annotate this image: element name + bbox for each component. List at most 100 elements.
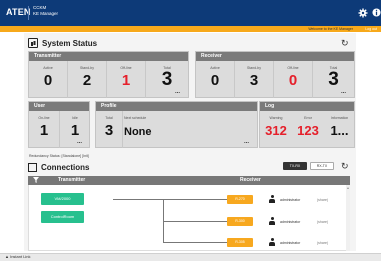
connections-scrollbar[interactable] bbox=[346, 185, 350, 251]
log-info-value: 1... bbox=[330, 123, 349, 138]
user-card: User On-line 1 Idle 1 ... bbox=[28, 101, 90, 148]
system-status-title: System Status bbox=[42, 38, 98, 48]
receiver-share: (share) bbox=[317, 198, 329, 202]
connection-line bbox=[163, 221, 227, 222]
transmitter-node[interactable]: ControlRoom bbox=[41, 211, 84, 223]
tx-more-link[interactable]: ... bbox=[175, 89, 180, 95]
log-error-value: 123 bbox=[297, 123, 319, 138]
logo-divider bbox=[28, 6, 29, 20]
user-online-value: 1 bbox=[39, 122, 49, 139]
tx-standby-cell: Stand-by 2 bbox=[68, 61, 106, 89]
rx-tx-view-button[interactable]: RX-TX bbox=[310, 162, 334, 170]
tx-active-value: 0 bbox=[43, 72, 53, 89]
rx-total-value: 3 bbox=[328, 69, 339, 90]
aten-logo: ATEN bbox=[6, 7, 31, 17]
receiver-user: administrator bbox=[280, 198, 301, 202]
user-idle-label: Idle bbox=[72, 116, 78, 120]
connection-line bbox=[163, 242, 227, 243]
transmitter-node[interactable]: VM/2000 bbox=[41, 193, 84, 205]
connections-heading: Connections bbox=[28, 161, 89, 173]
log-error-cell: Error 123 bbox=[292, 111, 324, 139]
profile-next-cell: Next schedule None bbox=[124, 111, 254, 140]
profile-more-link[interactable]: ... bbox=[244, 139, 249, 145]
log-info-label: Information bbox=[330, 116, 349, 120]
scroll-up-icon[interactable]: ▴ bbox=[346, 186, 350, 190]
connection-line bbox=[113, 199, 163, 200]
log-error-label: Error bbox=[304, 116, 312, 120]
rx-standby-value: 3 bbox=[249, 72, 259, 89]
user-more-link[interactable]: ... bbox=[77, 139, 82, 145]
tx-active-label: Active bbox=[43, 66, 53, 70]
log-warning-value: 312 bbox=[265, 123, 287, 138]
footer-bar bbox=[0, 253, 381, 261]
user-online-label: On-line bbox=[38, 116, 50, 120]
tx-active-cell: Active 0 bbox=[29, 61, 67, 89]
log-card: Log Warning 312 Error 123 Information 1.… bbox=[259, 101, 355, 148]
receiver-user: administrator bbox=[280, 220, 301, 224]
info-icon[interactable] bbox=[371, 8, 381, 18]
profile-total-cell: Total 3 bbox=[96, 111, 122, 139]
profile-card: Profile Total 3 Next schedule None ... bbox=[95, 101, 258, 148]
notification-bar: Welcome to the KE Manager Log out bbox=[0, 26, 381, 32]
connections-title: Connections bbox=[41, 162, 90, 172]
system-status-heading: System Status bbox=[28, 37, 97, 49]
rx-standby-label: Stand-by bbox=[246, 66, 261, 70]
divider bbox=[122, 111, 123, 148]
receiver-node[interactable]: R-300 bbox=[227, 217, 253, 226]
receiver-node[interactable]: R-270 bbox=[227, 195, 253, 204]
tx-offline-value: 1 bbox=[121, 72, 131, 89]
rx-standby-cell: Stand-by 3 bbox=[235, 61, 273, 89]
tx-standby-label: Stand-by bbox=[79, 66, 94, 70]
receiver-user: administrator bbox=[280, 241, 301, 245]
tx-offline-label: Off-line bbox=[120, 66, 132, 70]
user-idle-cell: Idle 1 bbox=[60, 111, 90, 139]
logout-link[interactable]: Log out bbox=[365, 26, 377, 32]
app-name: CCKM KE Manager bbox=[33, 5, 58, 17]
receiver-node[interactable]: R-305 bbox=[227, 238, 253, 247]
transmitter-card-title: Transmitter bbox=[29, 52, 188, 61]
profile-next-value: None bbox=[124, 126, 152, 138]
redundancy-status: Redundancy Status: [Standalone] [Init] bbox=[29, 154, 89, 158]
rx-more-link[interactable]: ... bbox=[341, 89, 346, 95]
profile-card-title: Profile bbox=[96, 102, 257, 111]
tx-rx-view-button[interactable]: TX-RX bbox=[283, 162, 307, 170]
log-card-title: Log bbox=[260, 102, 354, 111]
rx-active-cell: Active 0 bbox=[196, 61, 234, 89]
instant-link-label: Instant Link bbox=[10, 254, 31, 259]
user-icon bbox=[268, 195, 276, 203]
log-warning-cell: Warning 312 bbox=[260, 111, 292, 139]
refresh-connections-icon[interactable]: ↻ bbox=[341, 161, 349, 171]
user-idle-value: 1 bbox=[70, 122, 80, 139]
transmitter-column-header: Transmitter bbox=[58, 177, 86, 183]
connections-icon bbox=[28, 162, 37, 172]
user-icon bbox=[268, 217, 276, 225]
user-icon bbox=[268, 238, 276, 246]
log-info-cell: Information 1... bbox=[324, 111, 355, 139]
tx-total-value: 3 bbox=[161, 69, 173, 90]
bar-chart-icon bbox=[28, 38, 38, 48]
app-name-line2: KE Manager bbox=[33, 11, 59, 16]
user-card-title: User bbox=[29, 102, 89, 111]
profile-total-label: Total bbox=[105, 116, 113, 120]
user-online-cell: On-line 1 bbox=[29, 111, 59, 139]
receiver-share: (share) bbox=[317, 241, 329, 245]
gear-icon[interactable] bbox=[358, 8, 368, 18]
filter-icon[interactable] bbox=[33, 177, 39, 186]
rx-active-value: 0 bbox=[210, 72, 220, 89]
rx-active-label: Active bbox=[210, 66, 220, 70]
transmitter-card: Transmitter Active 0 Stand-by 2 Off-line… bbox=[28, 51, 189, 98]
tx-offline-cell: Off-line 1 bbox=[107, 61, 145, 89]
profile-total-value: 3 bbox=[104, 122, 114, 139]
instant-link[interactable]: ▲ Instant Link bbox=[5, 254, 31, 260]
connection-line bbox=[163, 199, 227, 200]
rx-offline-value: 0 bbox=[288, 72, 298, 89]
refresh-status-icon[interactable]: ↻ bbox=[341, 38, 349, 48]
rx-total-cell: Total 3 bbox=[313, 61, 354, 89]
log-warning-label: Warning bbox=[269, 116, 283, 120]
receiver-card: Receiver Active 0 Stand-by 3 Off-line 0 … bbox=[195, 51, 355, 98]
rx-offline-label: Off-line bbox=[287, 66, 299, 70]
welcome-text: Welcome to the KE Manager bbox=[308, 27, 353, 31]
profile-next-label: Next schedule bbox=[124, 116, 147, 120]
rx-offline-cell: Off-line 0 bbox=[274, 61, 312, 89]
tx-total-cell: Total 3 bbox=[146, 61, 188, 89]
